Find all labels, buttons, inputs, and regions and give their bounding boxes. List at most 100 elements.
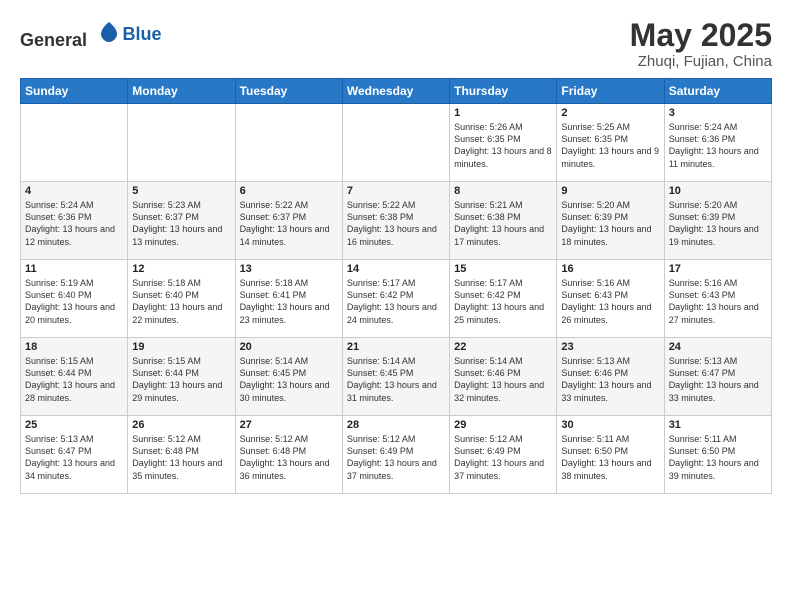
cell-info: Sunrise: 5:16 AM Sunset: 6:43 PM Dayligh… <box>561 277 659 326</box>
cell-info: Sunrise: 5:18 AM Sunset: 6:41 PM Dayligh… <box>240 277 338 326</box>
header: General Blue May 2025 Zhuqi, Fujian, Chi… <box>20 18 772 70</box>
header-saturday: Saturday <box>664 79 771 104</box>
calendar-cell: 2 Sunrise: 5:25 AM Sunset: 6:35 PM Daylig… <box>557 104 664 182</box>
day-number: 24 <box>669 341 767 353</box>
calendar-subtitle: Zhuqi, Fujian, China <box>630 53 772 70</box>
week-row-1: 1Sunrise: 5:26 AM Sunset: 6:35 PM Daylig… <box>21 104 772 182</box>
day-number: 20 <box>240 341 338 353</box>
day-number: 30 <box>561 419 659 431</box>
day-number: 6 <box>240 185 338 197</box>
calendar-cell <box>342 104 449 182</box>
calendar-cell: 23 Sunrise: 5:13 AM Sunset: 6:46 PM Dayli… <box>557 338 664 416</box>
weekday-header-row: Sunday Monday Tuesday Wednesday Thursday… <box>21 79 772 104</box>
header-friday: Friday <box>557 79 664 104</box>
cell-info: Sunrise: 5:12 AM Sunset: 6:49 PM Dayligh… <box>347 433 445 482</box>
calendar-cell: 11 Sunrise: 5:19 AM Sunset: 6:40 PM Dayli… <box>21 260 128 338</box>
day-number: 25 <box>25 419 123 431</box>
calendar-cell: 12 Sunrise: 5:18 AM Sunset: 6:40 PM Dayli… <box>128 260 235 338</box>
calendar-cell: 18 Sunrise: 5:15 AM Sunset: 6:44 PM Dayli… <box>21 338 128 416</box>
day-number: 5 <box>132 185 230 197</box>
header-monday: Monday <box>128 79 235 104</box>
calendar-cell: 16 Sunrise: 5:16 AM Sunset: 6:43 PM Dayli… <box>557 260 664 338</box>
calendar-cell: 13 Sunrise: 5:18 AM Sunset: 6:41 PM Dayli… <box>235 260 342 338</box>
cell-info: Sunrise: 5:20 AM Sunset: 6:39 PM Dayligh… <box>561 199 659 248</box>
calendar-cell: 30 Sunrise: 5:11 AM Sunset: 6:50 PM Dayli… <box>557 416 664 494</box>
week-row-4: 18 Sunrise: 5:15 AM Sunset: 6:44 PM Dayli… <box>21 338 772 416</box>
day-number: 15 <box>454 263 552 275</box>
week-row-2: 4 Sunrise: 5:24 AM Sunset: 6:36 PM Daylig… <box>21 182 772 260</box>
cell-info: Sunrise: 5:17 AM Sunset: 6:42 PM Dayligh… <box>454 277 552 326</box>
calendar-title: May 2025 <box>630 18 772 53</box>
cell-info: Sunrise: 5:14 AM Sunset: 6:46 PM Dayligh… <box>454 355 552 404</box>
day-number: 2 <box>561 107 659 119</box>
logo-blue: Blue <box>123 24 162 44</box>
header-tuesday: Tuesday <box>235 79 342 104</box>
header-wednesday: Wednesday <box>342 79 449 104</box>
calendar-cell: 3 Sunrise: 5:24 AM Sunset: 6:36 PM Daylig… <box>664 104 771 182</box>
day-number: 27 <box>240 419 338 431</box>
day-number: 22 <box>454 341 552 353</box>
week-row-5: 25 Sunrise: 5:13 AM Sunset: 6:47 PM Dayli… <box>21 416 772 494</box>
cell-info: Sunrise: 5:12 AM Sunset: 6:49 PM Dayligh… <box>454 433 552 482</box>
cell-info: Sunrise: 5:13 AM Sunset: 6:46 PM Dayligh… <box>561 355 659 404</box>
calendar-table: Sunday Monday Tuesday Wednesday Thursday… <box>20 78 772 494</box>
cell-info: Sunrise: 5:14 AM Sunset: 6:45 PM Dayligh… <box>240 355 338 404</box>
title-block: May 2025 Zhuqi, Fujian, China <box>630 18 772 70</box>
day-number: 23 <box>561 341 659 353</box>
calendar-cell: 7Sunrise: 5:22 AM Sunset: 6:38 PM Daylig… <box>342 182 449 260</box>
day-number: 29 <box>454 419 552 431</box>
day-number: 1 <box>454 107 552 119</box>
calendar-cell <box>21 104 128 182</box>
day-number: 12 <box>132 263 230 275</box>
cell-info: Sunrise: 5:23 AM Sunset: 6:37 PM Dayligh… <box>132 199 230 248</box>
cell-info: Sunrise: 5:19 AM Sunset: 6:40 PM Dayligh… <box>25 277 123 326</box>
calendar-cell: 27 Sunrise: 5:12 AM Sunset: 6:48 PM Dayli… <box>235 416 342 494</box>
calendar-cell <box>128 104 235 182</box>
cell-info: Sunrise: 5:22 AM Sunset: 6:37 PM Dayligh… <box>240 199 338 248</box>
day-number: 28 <box>347 419 445 431</box>
day-number: 14 <box>347 263 445 275</box>
day-number: 9 <box>561 185 659 197</box>
day-number: 16 <box>561 263 659 275</box>
cell-info: Sunrise: 5:18 AM Sunset: 6:40 PM Dayligh… <box>132 277 230 326</box>
calendar-cell: 17 Sunrise: 5:16 AM Sunset: 6:43 PM Dayli… <box>664 260 771 338</box>
day-number: 4 <box>25 185 123 197</box>
logo-icon <box>95 18 123 46</box>
day-number: 17 <box>669 263 767 275</box>
cell-info: Sunrise: 5:15 AM Sunset: 6:44 PM Dayligh… <box>25 355 123 404</box>
day-number: 18 <box>25 341 123 353</box>
day-number: 13 <box>240 263 338 275</box>
cell-info: Sunrise: 5:24 AM Sunset: 6:36 PM Dayligh… <box>669 121 767 170</box>
cell-info: Sunrise: 5:25 AM Sunset: 6:35 PM Dayligh… <box>561 121 659 170</box>
cell-info: Sunrise: 5:17 AM Sunset: 6:42 PM Dayligh… <box>347 277 445 326</box>
cell-info: Sunrise: 5:11 AM Sunset: 6:50 PM Dayligh… <box>561 433 659 482</box>
cell-info: Sunrise: 5:16 AM Sunset: 6:43 PM Dayligh… <box>669 277 767 326</box>
calendar-cell: 28 Sunrise: 5:12 AM Sunset: 6:49 PM Dayli… <box>342 416 449 494</box>
cell-info: Sunrise: 5:12 AM Sunset: 6:48 PM Dayligh… <box>240 433 338 482</box>
cell-info: Sunrise: 5:22 AM Sunset: 6:38 PM Dayligh… <box>347 199 445 248</box>
calendar-cell: 19Sunrise: 5:15 AM Sunset: 6:44 PM Dayli… <box>128 338 235 416</box>
day-number: 3 <box>669 107 767 119</box>
calendar-cell: 8 Sunrise: 5:21 AM Sunset: 6:38 PM Daylig… <box>450 182 557 260</box>
calendar-cell: 9 Sunrise: 5:20 AM Sunset: 6:39 PM Daylig… <box>557 182 664 260</box>
cell-info: Sunrise: 5:13 AM Sunset: 6:47 PM Dayligh… <box>669 355 767 404</box>
header-thursday: Thursday <box>450 79 557 104</box>
cell-info: Sunrise: 5:21 AM Sunset: 6:38 PM Dayligh… <box>454 199 552 248</box>
cell-info: Sunrise: 5:24 AM Sunset: 6:36 PM Dayligh… <box>25 199 123 248</box>
header-sunday: Sunday <box>21 79 128 104</box>
logo: General Blue <box>20 18 162 51</box>
day-number: 11 <box>25 263 123 275</box>
cell-info: Sunrise: 5:14 AM Sunset: 6:45 PM Dayligh… <box>347 355 445 404</box>
calendar-cell: 21 Sunrise: 5:14 AM Sunset: 6:45 PM Dayli… <box>342 338 449 416</box>
calendar-cell: 6 Sunrise: 5:22 AM Sunset: 6:37 PM Daylig… <box>235 182 342 260</box>
cell-info: Sunrise: 5:13 AM Sunset: 6:47 PM Dayligh… <box>25 433 123 482</box>
day-number: 10 <box>669 185 767 197</box>
day-number: 8 <box>454 185 552 197</box>
logo-general: General <box>20 30 87 50</box>
calendar-cell: 22 Sunrise: 5:14 AM Sunset: 6:46 PM Dayli… <box>450 338 557 416</box>
calendar-cell: 31Sunrise: 5:11 AM Sunset: 6:50 PM Dayli… <box>664 416 771 494</box>
calendar-cell: 25 Sunrise: 5:13 AM Sunset: 6:47 PM Dayli… <box>21 416 128 494</box>
day-number: 21 <box>347 341 445 353</box>
calendar-cell: 29 Sunrise: 5:12 AM Sunset: 6:49 PM Dayli… <box>450 416 557 494</box>
calendar-cell: 14 Sunrise: 5:17 AM Sunset: 6:42 PM Dayli… <box>342 260 449 338</box>
